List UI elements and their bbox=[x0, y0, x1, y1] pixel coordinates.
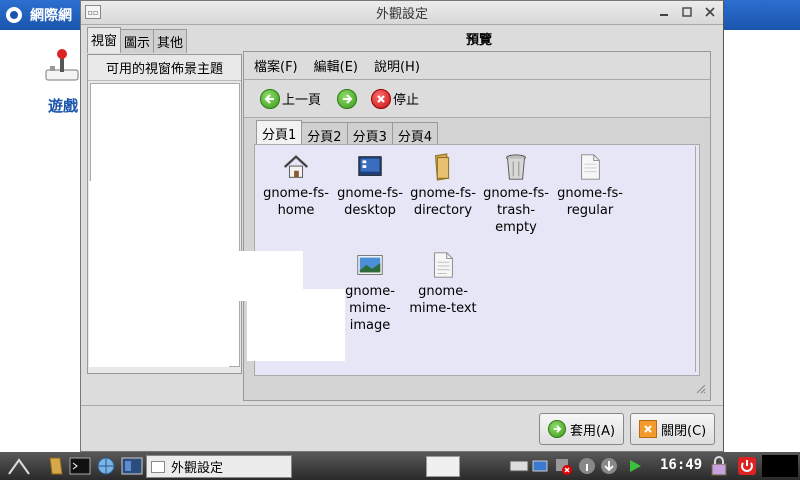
battery-error-icon[interactable] bbox=[552, 455, 574, 477]
play-icon[interactable] bbox=[624, 455, 646, 477]
close-button[interactable]: 關閉(C) bbox=[630, 413, 716, 445]
theme-list-header: 可用的視窗佈景主題 bbox=[88, 55, 241, 81]
image-icon bbox=[354, 249, 386, 281]
apply-label: 套用(A) bbox=[570, 423, 616, 439]
back-arrow-icon bbox=[260, 88, 280, 109]
apply-arrow-icon bbox=[548, 420, 566, 438]
forward-arrow-icon bbox=[337, 88, 358, 109]
render-artifact bbox=[89, 181, 229, 367]
task-app-icon bbox=[151, 460, 165, 473]
update-icon[interactable] bbox=[598, 455, 620, 477]
games-label[interactable]: 遊戲 bbox=[48, 95, 78, 116]
resize-grip-icon[interactable] bbox=[694, 382, 706, 394]
task-title: 外觀設定 bbox=[171, 461, 224, 476]
dialog-titlebar[interactable]: ▫▫ 外觀設定 bbox=[81, 1, 723, 25]
icon-label: gnome-fs-trash-empty bbox=[483, 186, 549, 235]
network-icon[interactable] bbox=[94, 455, 118, 477]
document-icon bbox=[574, 151, 606, 183]
desktop-icon bbox=[354, 151, 386, 183]
icon-item-home[interactable]: gnome-fs-home bbox=[261, 151, 331, 219]
icon-item-directory[interactable]: gnome-fs-directory bbox=[408, 151, 478, 219]
render-artifact bbox=[247, 289, 345, 361]
preview-menubar: 檔案(F) 編輯(E) 說明(H) bbox=[244, 52, 710, 80]
apply-button[interactable]: 套用(A) bbox=[539, 413, 625, 445]
close-x-icon bbox=[639, 420, 657, 438]
clock[interactable]: 16:49 bbox=[660, 457, 702, 473]
maximize-button[interactable] bbox=[680, 5, 694, 19]
folder-icon bbox=[427, 151, 459, 183]
dialog-title: 外觀設定 bbox=[375, 7, 428, 22]
icon-label: gnome-fs-regular bbox=[557, 186, 623, 218]
background-window-title: 網際網 bbox=[30, 8, 72, 24]
workspace-switcher[interactable] bbox=[426, 456, 460, 477]
stop-button[interactable]: 停止 bbox=[371, 88, 420, 109]
forward-button[interactable] bbox=[337, 88, 358, 109]
back-label: 上一頁 bbox=[282, 93, 322, 108]
left-tabs: 視窗 圖示 其他 bbox=[87, 27, 188, 53]
start-menu-icon[interactable] bbox=[4, 455, 34, 477]
app-icon bbox=[6, 7, 22, 23]
dialog-app-icon: ▫▫ bbox=[85, 5, 101, 19]
power-icon[interactable] bbox=[736, 455, 758, 477]
tab-page-2[interactable]: 分頁2 bbox=[301, 122, 348, 146]
menu-file[interactable]: 檔案(F) bbox=[254, 56, 298, 75]
menu-help[interactable]: 說明(H) bbox=[374, 56, 420, 75]
tab-page-1[interactable]: 分頁1 bbox=[256, 120, 303, 146]
joystick-icon[interactable] bbox=[42, 46, 82, 86]
icon-label: gnome-mime-image bbox=[345, 284, 395, 333]
icon-label: gnome-fs-desktop bbox=[337, 186, 403, 218]
text-file-icon bbox=[427, 249, 459, 281]
tab-icons[interactable]: 圖示 bbox=[120, 29, 155, 53]
appearance-dialog: ▫▫ 外觀設定 視窗 圖示 其他 可用的視窗佈景主題 預覽 檔案(F) 編輯(E… bbox=[80, 0, 724, 452]
home-icon bbox=[280, 151, 312, 183]
icon-label: gnome-fs-directory bbox=[410, 186, 476, 218]
tab-page-4[interactable]: 分頁4 bbox=[391, 122, 439, 146]
tab-windows[interactable]: 視窗 bbox=[87, 27, 122, 53]
lock-screen-icon[interactable] bbox=[708, 455, 730, 477]
tab-page-3[interactable]: 分頁3 bbox=[346, 122, 393, 146]
dialog-separator bbox=[81, 405, 723, 406]
page-tabs: 分頁1 分頁2 分頁3 分頁4 bbox=[256, 120, 439, 146]
trash-icon bbox=[500, 151, 532, 183]
icon-label: gnome-mime-text bbox=[409, 284, 477, 316]
icon-label: gnome-fs-home bbox=[263, 186, 329, 218]
tab-other[interactable]: 其他 bbox=[153, 29, 188, 53]
preview-scrollbar[interactable] bbox=[695, 146, 707, 372]
icon-item-desktop[interactable]: gnome-fs-desktop bbox=[335, 151, 405, 219]
info-icon[interactable] bbox=[576, 455, 598, 477]
close-label: 關閉(C) bbox=[661, 423, 707, 439]
terminal-icon[interactable] bbox=[68, 455, 92, 477]
preview-toolbar: 上一頁 停止 bbox=[244, 80, 710, 118]
taskbar: 外觀設定 16:49 bbox=[0, 452, 800, 480]
minimize-button[interactable] bbox=[657, 5, 671, 19]
keyboard-icon[interactable] bbox=[508, 455, 530, 477]
icon-item-trash[interactable]: gnome-fs-trash-empty bbox=[481, 151, 551, 236]
preview-label: 預覽 bbox=[466, 33, 493, 48]
icon-item-text[interactable]: gnome-mime-text bbox=[408, 249, 478, 317]
icon-item-regular[interactable]: gnome-fs-regular bbox=[555, 151, 625, 219]
taskbar-task-appearance[interactable]: 外觀設定 bbox=[146, 455, 292, 478]
back-button[interactable]: 上一頁 bbox=[260, 88, 322, 109]
menu-edit[interactable]: 編輯(E) bbox=[314, 56, 358, 75]
file-manager-icon[interactable] bbox=[46, 455, 66, 477]
corner-preview bbox=[762, 455, 798, 477]
stop-icon bbox=[371, 88, 392, 109]
screenshot-icon[interactable] bbox=[120, 455, 144, 477]
stop-label: 停止 bbox=[393, 93, 420, 108]
icon-item-image[interactable]: gnome-mime-image bbox=[335, 249, 405, 334]
network-status-icon[interactable] bbox=[530, 455, 552, 477]
close-window-button[interactable] bbox=[703, 5, 717, 19]
